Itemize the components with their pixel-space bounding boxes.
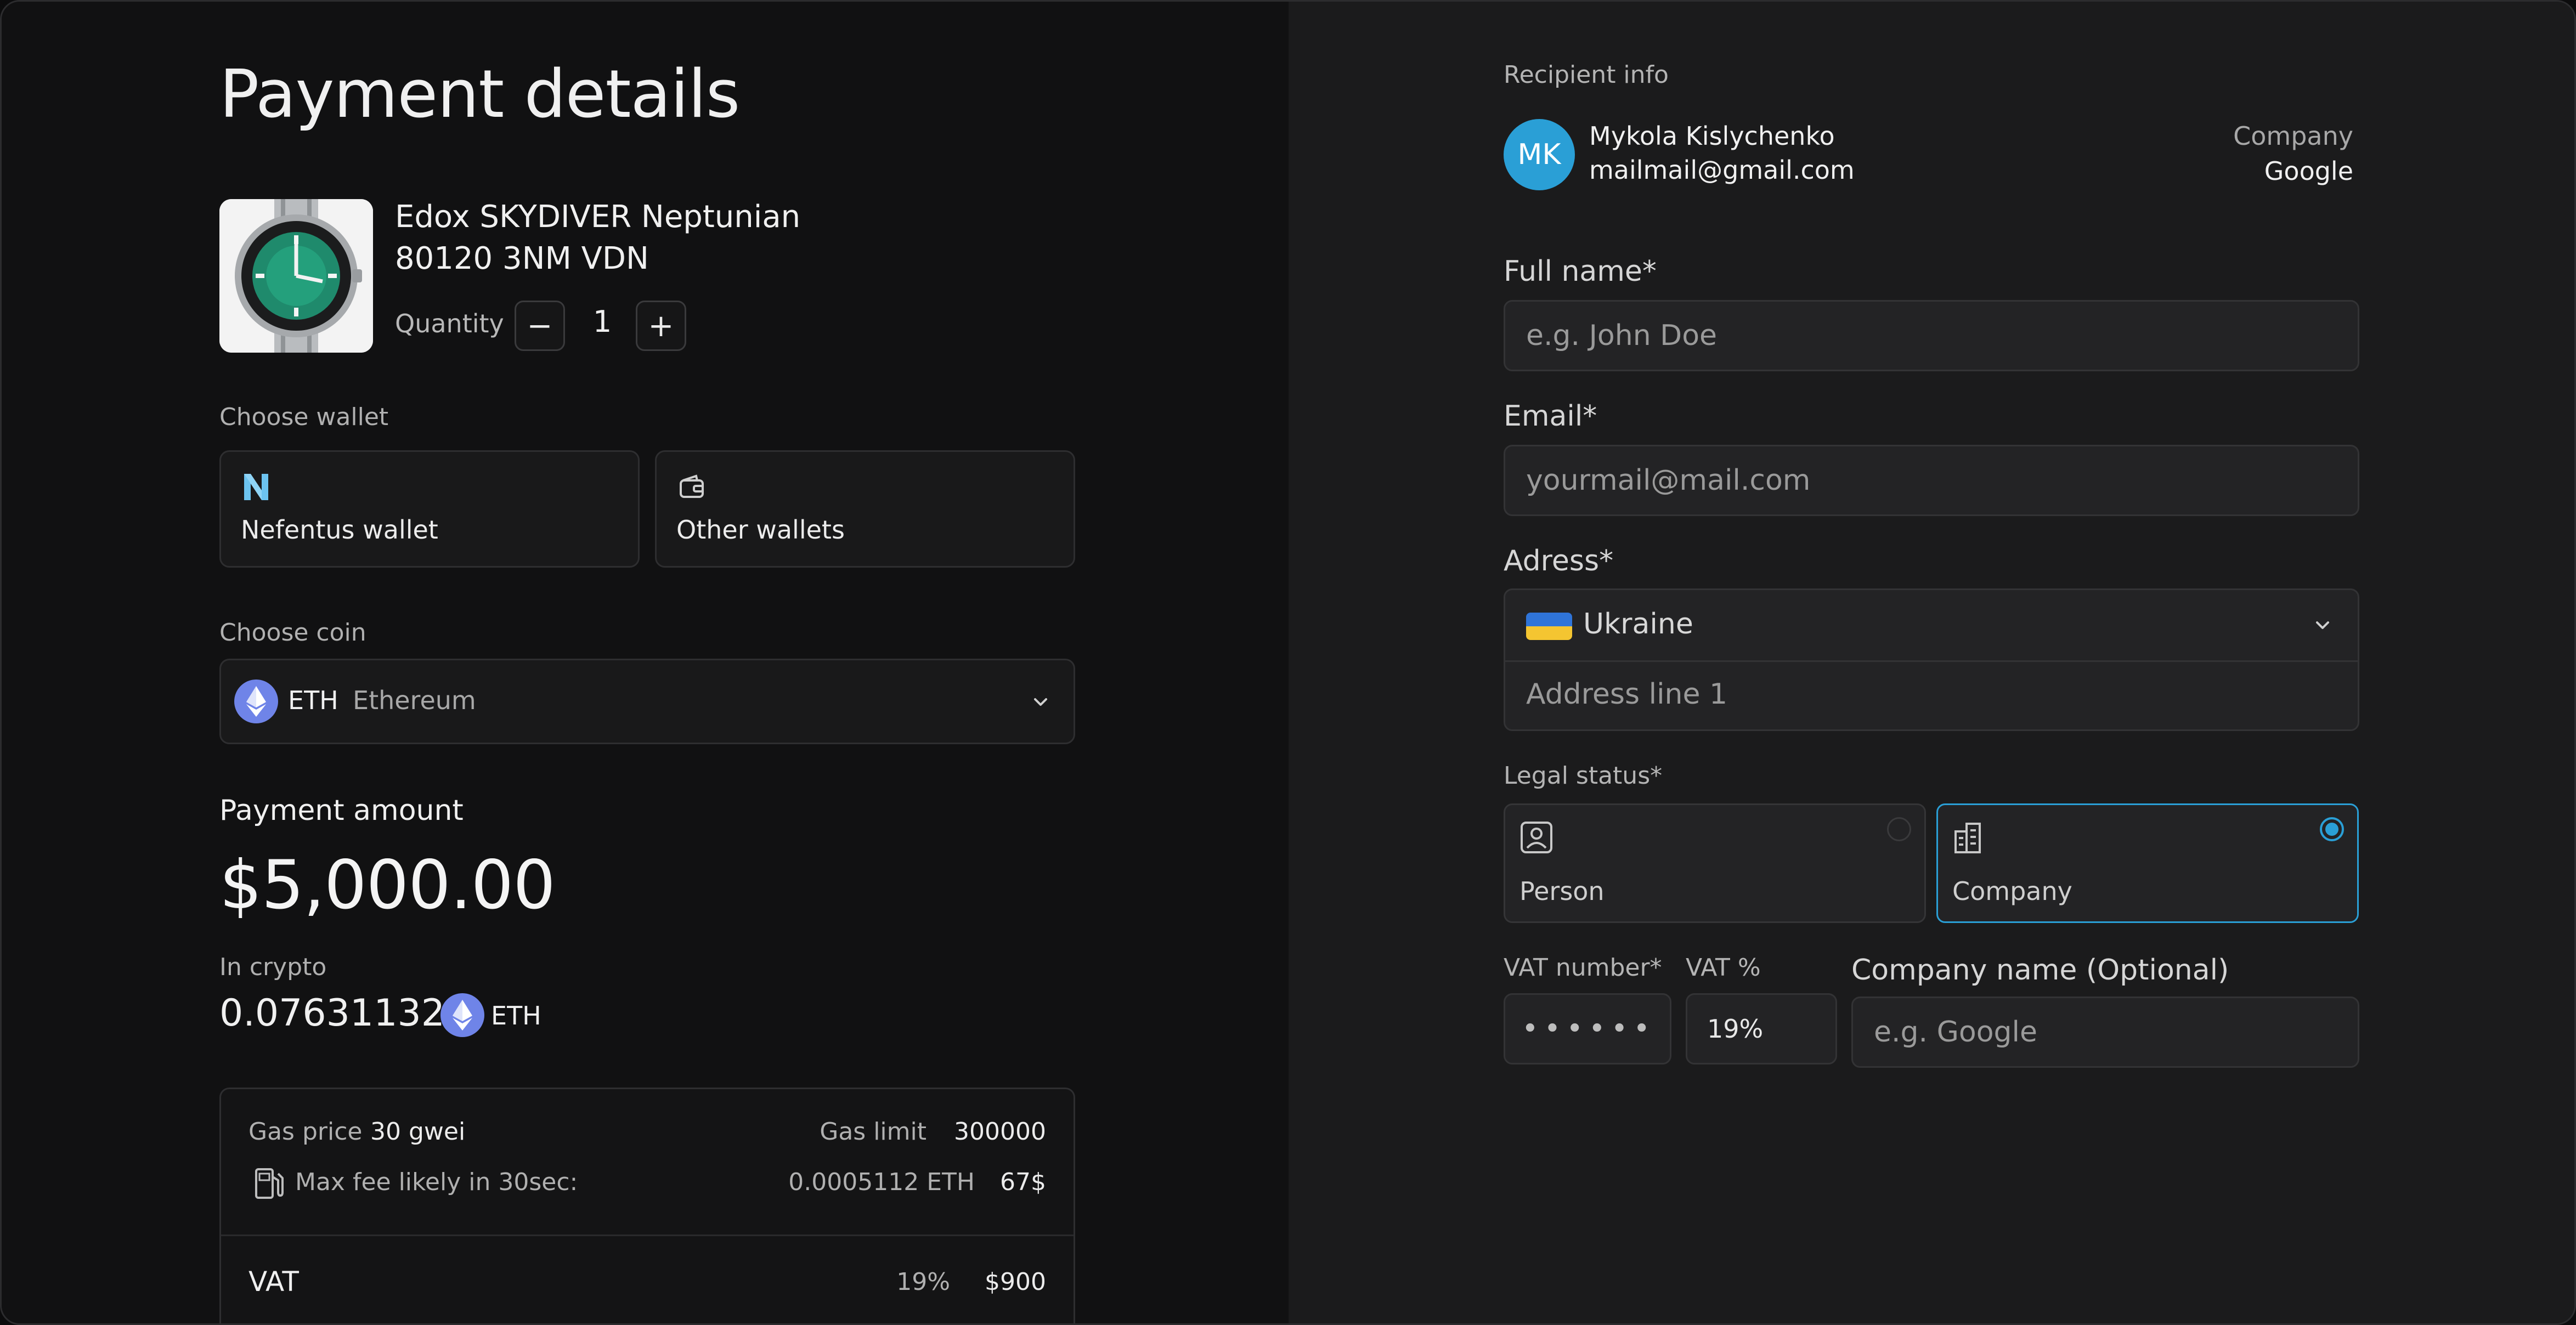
nefentus-logo-icon <box>244 474 268 500</box>
gas-limit-label: Gas limit <box>820 1118 927 1146</box>
wallet-option-other[interactable]: Other wallets <box>655 450 1075 568</box>
quantity-decrease-button[interactable]: − <box>515 301 565 351</box>
vat-percent-input[interactable]: 19% <box>1686 993 1837 1064</box>
gas-pump-icon <box>255 1168 284 1199</box>
vat-number-label: VAT number* <box>1504 954 1662 982</box>
max-fee-usd: 67$ <box>1000 1168 1046 1196</box>
vat-percent: 19% <box>896 1268 950 1296</box>
legal-option-company[interactable]: Company <box>1936 803 2359 923</box>
vat-value: $900 <box>985 1268 1046 1296</box>
recipient-info-label: Recipient info <box>1504 61 1669 89</box>
vat-percent-label: VAT % <box>1686 954 1761 982</box>
max-fee-label: Max fee likely in 30sec: <box>295 1168 578 1196</box>
recipient-name: Mykola Kislychenko <box>1589 121 1835 151</box>
gas-price-value: 30 gwei <box>370 1118 466 1146</box>
payment-amount-label: Payment amount <box>219 794 464 827</box>
recipient-company-value: Google <box>2264 156 2353 186</box>
building-icon <box>1954 823 1981 853</box>
coin-name: Ethereum <box>353 686 476 715</box>
gas-limit-value: 300000 <box>954 1118 1046 1146</box>
product-name-line2: 80120 3NM VDN <box>395 241 649 276</box>
full-name-label: Full name* <box>1504 255 1657 288</box>
wallet-icon <box>680 474 704 498</box>
company-name-label: Company name (Optional) <box>1851 954 2229 987</box>
country-select[interactable]: Ukraine <box>1583 608 1693 641</box>
product-name-line1: Edox SKYDIVER Neptunian <box>395 199 801 235</box>
payment-panel: Payment details Edox SKYDIVER Neptunian … <box>2 2 1289 1323</box>
product-image <box>219 199 373 353</box>
coin-select[interactable]: ETH Ethereum <box>219 659 1075 744</box>
legal-option-label: Person <box>1519 876 1605 906</box>
company-name-input[interactable]: e.g. Google <box>1851 996 2359 1068</box>
email-input[interactable]: yourmail@mail.com <box>1504 445 2359 516</box>
wallet-option-label: Nefentus wallet <box>241 515 438 545</box>
divider <box>221 1235 1074 1236</box>
choose-wallet-label: Choose wallet <box>219 403 389 431</box>
product-name: Edox SKYDIVER Neptunian 80120 3NM VDN <box>395 196 800 280</box>
person-radio[interactable] <box>1887 817 1911 841</box>
choose-coin-label: Choose coin <box>219 619 366 647</box>
legal-option-person[interactable]: Person <box>1504 803 1926 923</box>
chevron-down-icon[interactable] <box>2312 614 2334 636</box>
recipient-company-label: Company <box>2233 121 2353 151</box>
crypto-amount-value: 0.076311321 <box>219 992 469 1035</box>
ethereum-icon <box>440 993 484 1037</box>
legal-option-label: Company <box>1952 876 2072 906</box>
full-name-input[interactable]: e.g. John Doe <box>1504 300 2359 371</box>
email-label: Email* <box>1504 400 1597 433</box>
person-icon <box>1521 822 1552 853</box>
coin-ticker: ETH <box>288 686 338 715</box>
recipient-email: mailmail@gmail.com <box>1589 155 1855 185</box>
quantity-value: 1 <box>592 304 612 339</box>
address-label: Adress* <box>1504 545 1614 577</box>
avatar: MK <box>1504 119 1575 190</box>
fee-summary: Gas price 30 gwei Gas limit 300000 Max f… <box>219 1088 1075 1323</box>
legal-status-label: Legal status* <box>1504 762 1663 790</box>
crypto-ticker: ETH <box>491 1001 541 1030</box>
page-title: Payment details <box>219 56 740 133</box>
crypto-amount-label: In crypto <box>219 953 327 981</box>
vat-label: VAT <box>248 1266 299 1298</box>
wallet-option-label: Other wallets <box>676 515 845 545</box>
address-group: Ukraine Address line 1 <box>1504 588 2359 731</box>
company-radio[interactable] <box>2320 817 2344 841</box>
max-fee-eth: 0.0005112 ETH <box>788 1168 975 1196</box>
ukraine-flag-icon <box>1526 613 1572 640</box>
chevron-down-icon <box>1034 698 1047 706</box>
vat-number-input[interactable]: •••••• <box>1504 993 1671 1064</box>
ethereum-icon <box>234 680 278 723</box>
payment-amount-value: $5,000.00 <box>219 846 556 924</box>
gas-price-label: Gas price <box>248 1118 363 1146</box>
app-window: Payment details Edox SKYDIVER Neptunian … <box>0 0 2576 1325</box>
quantity-label: Quantity <box>395 309 504 338</box>
address-line1-input[interactable]: Address line 1 <box>1526 678 1727 711</box>
wallet-option-nefentus[interactable]: Nefentus wallet <box>219 450 640 568</box>
quantity-increase-button[interactable]: + <box>636 301 686 351</box>
divider <box>1505 660 2358 662</box>
